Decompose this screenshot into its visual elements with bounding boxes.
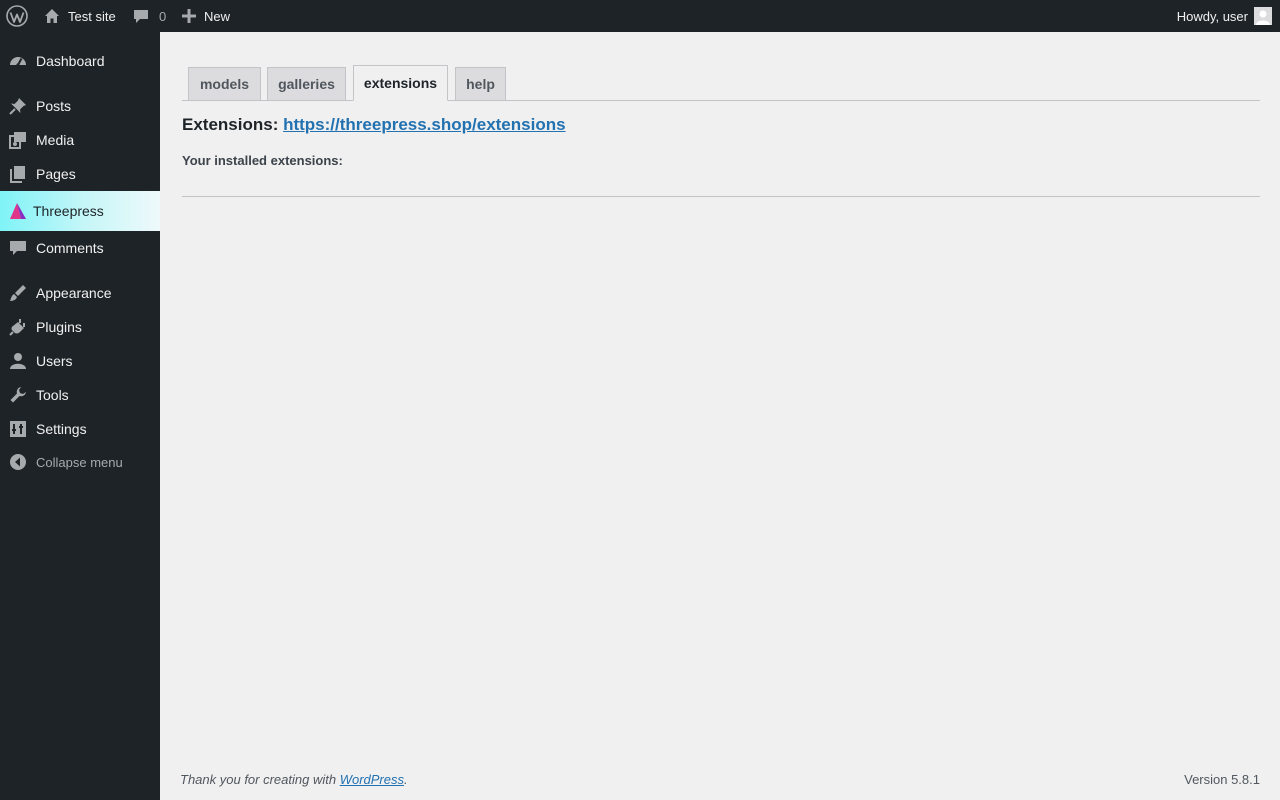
- menu-item-posts[interactable]: Posts: [0, 89, 160, 123]
- menu-item-users[interactable]: Users: [0, 344, 160, 378]
- my-account-link[interactable]: Howdy, user: [1177, 0, 1272, 32]
- menu-label-plugins: Plugins: [36, 319, 82, 335]
- user-icon: [9, 352, 27, 370]
- home-icon: [44, 8, 60, 24]
- menu-label-threepress: Threepress: [33, 203, 104, 219]
- wordpress-link[interactable]: WordPress: [340, 772, 404, 787]
- tab-galleries[interactable]: galleries: [267, 67, 346, 101]
- collapse-arrow-icon: [9, 453, 27, 471]
- menu-item-comments[interactable]: Comments: [0, 231, 160, 265]
- user-avatar-icon: [1254, 7, 1272, 25]
- wrench-icon: [9, 386, 27, 404]
- media-icon: [9, 131, 27, 149]
- admin-menu: Dashboard Posts Media Pages Threepress C…: [0, 32, 160, 800]
- menu-label-comments: Comments: [36, 240, 104, 256]
- footer-thanks: Thank you for creating with WordPress.: [180, 772, 408, 787]
- collapse-menu-label: Collapse menu: [36, 454, 123, 470]
- comments-link[interactable]: 0: [133, 0, 166, 32]
- menu-item-settings[interactable]: Settings: [0, 412, 160, 446]
- menu-label-pages: Pages: [36, 166, 76, 182]
- footer-thanks-prefix: Thank you for creating with: [180, 772, 337, 787]
- pages-icon: [9, 165, 27, 183]
- site-name-label: Test site: [68, 8, 116, 24]
- comments-count: 0: [159, 8, 167, 24]
- divider: [182, 196, 1260, 197]
- installed-extensions-label: Your installed extensions:: [182, 153, 343, 168]
- plugin-icon: [9, 318, 27, 336]
- menu-item-pages[interactable]: Pages: [0, 157, 160, 191]
- menu-label-tools: Tools: [36, 387, 69, 403]
- menu-item-threepress[interactable]: Threepress: [0, 191, 160, 231]
- menu-label-posts: Posts: [36, 98, 72, 114]
- settings-icon: [9, 420, 27, 438]
- wordpress-logo-icon[interactable]: [6, 0, 28, 32]
- threepress-logo-icon: [9, 202, 27, 220]
- extensions-store-link[interactable]: https://threepress.shop/extensions: [283, 115, 565, 134]
- menu-label-appearance: Appearance: [36, 285, 112, 301]
- new-label: New: [204, 8, 231, 24]
- menu-item-tools[interactable]: Tools: [0, 378, 160, 412]
- site-name-link[interactable]: Test site: [44, 0, 116, 32]
- menu-label-settings: Settings: [36, 421, 87, 437]
- paintbrush-icon: [9, 284, 27, 302]
- tab-extensions[interactable]: extensions: [353, 65, 448, 101]
- comment-icon: [133, 8, 149, 24]
- footer-thanks-suffix: .: [404, 772, 408, 787]
- comment-icon: [9, 239, 27, 257]
- menu-label-dashboard: Dashboard: [36, 53, 105, 69]
- main-content: models galleries extensions help Extensi…: [160, 32, 1280, 800]
- menu-item-media[interactable]: Media: [0, 123, 160, 157]
- pushpin-icon: [9, 97, 27, 115]
- extensions-heading: Extensions: https://threepress.shop/exte…: [182, 115, 566, 135]
- nav-tabs: models galleries extensions help: [182, 64, 1260, 101]
- menu-label-users: Users: [36, 353, 73, 369]
- extensions-heading-prefix: Extensions:: [182, 115, 279, 134]
- menu-label-media: Media: [36, 132, 75, 148]
- tab-help[interactable]: help: [455, 67, 506, 101]
- menu-item-dashboard[interactable]: Dashboard: [0, 44, 160, 78]
- menu-item-appearance[interactable]: Appearance: [0, 276, 160, 310]
- plus-icon: [182, 9, 196, 23]
- greeting-label: Howdy, user: [1176, 8, 1248, 24]
- admin-bar: Test site 0 New Howdy, user: [0, 0, 1280, 32]
- new-content-link[interactable]: New: [182, 0, 230, 32]
- collapse-menu-button[interactable]: Collapse menu: [0, 445, 160, 479]
- footer-version: Version 5.8.1: [1184, 772, 1260, 787]
- dashboard-icon: [9, 52, 27, 70]
- tab-models[interactable]: models: [188, 67, 261, 101]
- menu-item-plugins[interactable]: Plugins: [0, 310, 160, 344]
